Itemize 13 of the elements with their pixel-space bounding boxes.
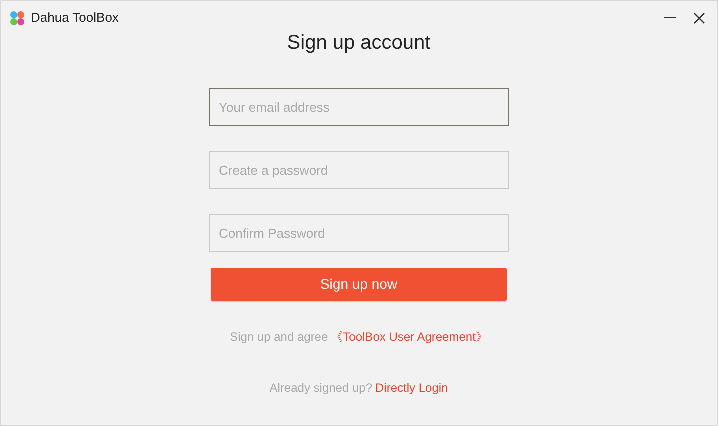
user-agreement-link[interactable]: 《ToolBox User Agreement》 bbox=[331, 328, 488, 346]
window-title: Dahua ToolBox bbox=[31, 9, 119, 28]
app-logo-icon bbox=[10, 10, 25, 26]
agreement-text: Sign up and agree bbox=[230, 329, 328, 346]
input-field[interactable]: Confirm Password bbox=[209, 214, 509, 252]
sign-up-button[interactable]: Sign up now bbox=[211, 268, 507, 301]
minimize-icon[interactable] bbox=[664, 17, 676, 19]
login-link[interactable]: Directly Login bbox=[376, 379, 448, 397]
page-heading: Sign up account bbox=[287, 31, 431, 55]
close-icon[interactable] bbox=[694, 12, 705, 24]
input-field[interactable]: Create a password bbox=[209, 151, 509, 189]
login-prompt: Already signed up? bbox=[270, 380, 373, 397]
input-field[interactable]: Your email address bbox=[209, 88, 509, 126]
